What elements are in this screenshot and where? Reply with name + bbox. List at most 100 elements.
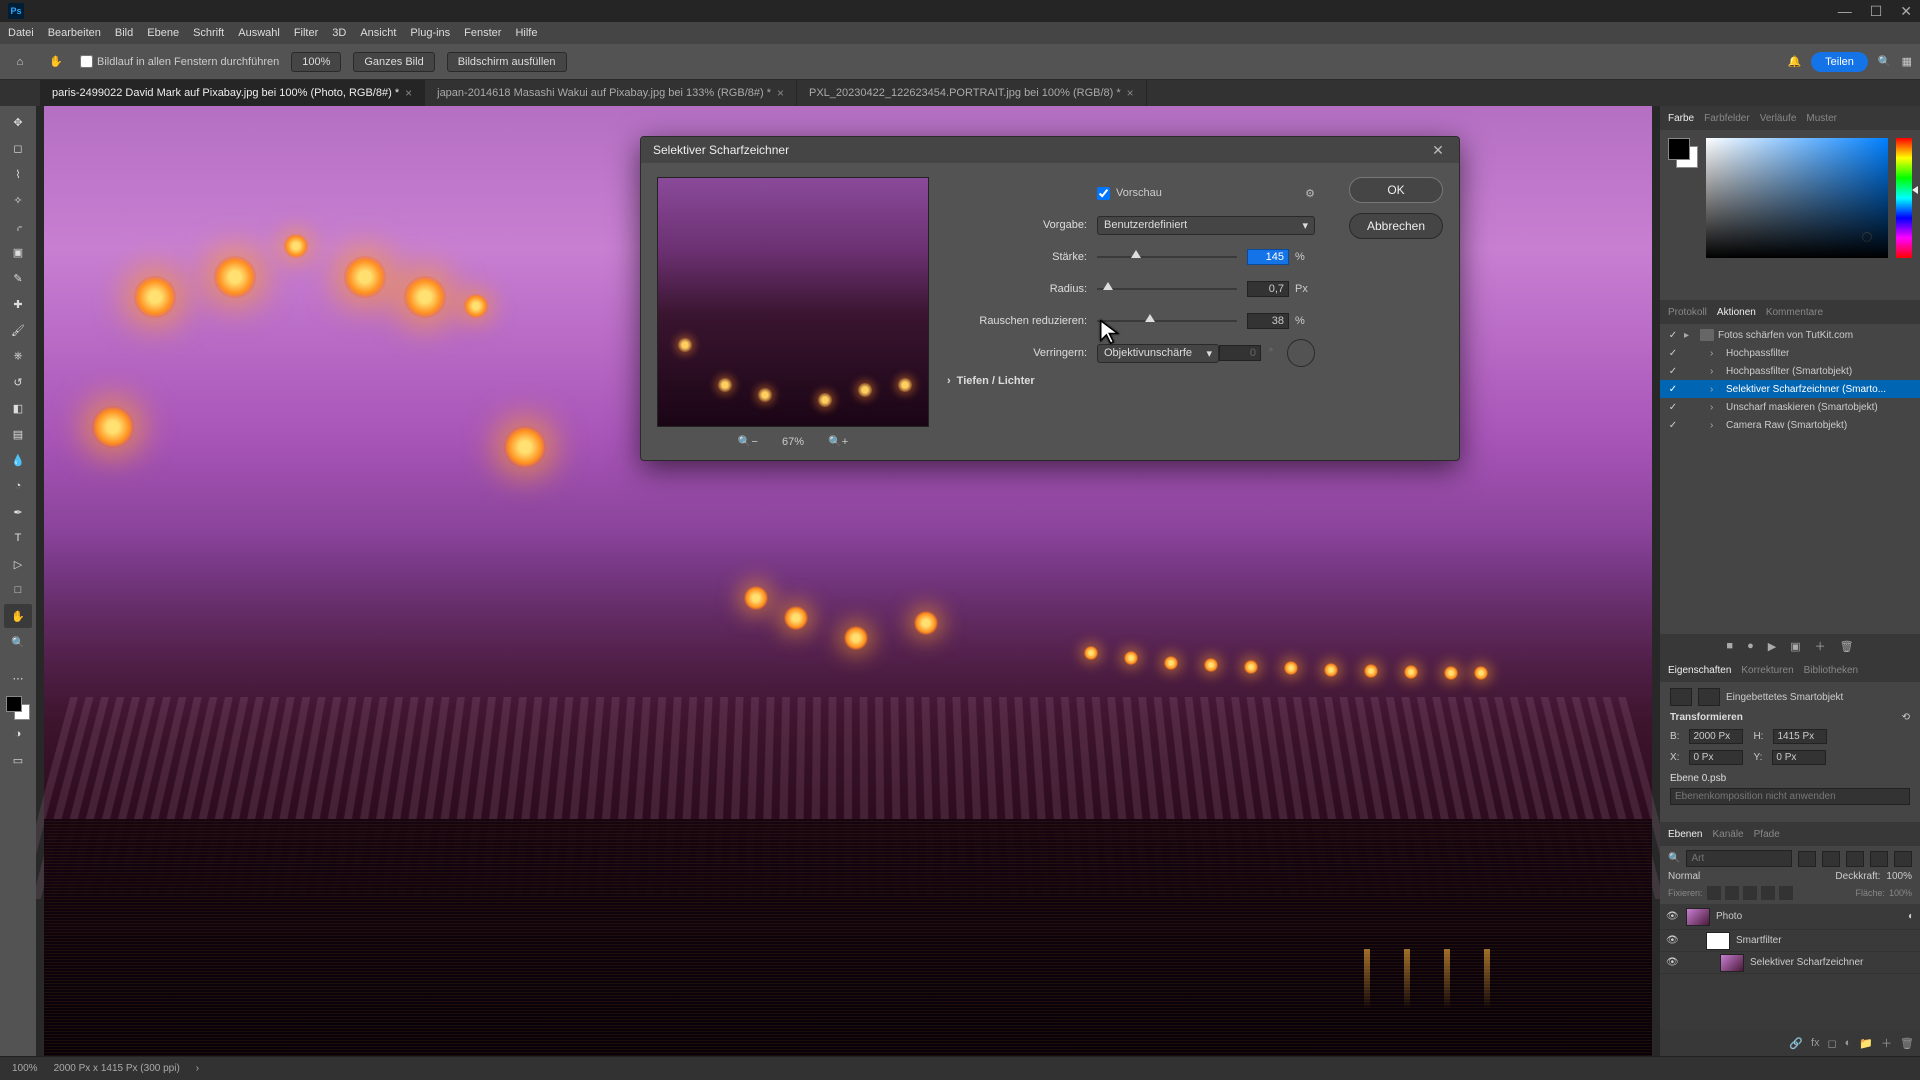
panel-tab[interactable]: Protokoll <box>1668 307 1707 318</box>
blur-tool-icon[interactable]: 💧 <box>4 448 32 472</box>
tab-close-icon[interactable]: × <box>405 86 412 100</box>
menu-schrift[interactable]: Schrift <box>193 27 224 39</box>
dialog-close-button[interactable]: ✕ <box>1429 141 1447 159</box>
new-set-icon[interactable]: ▣ <box>1790 640 1800 653</box>
move-tool-icon[interactable]: ✥ <box>4 110 32 134</box>
close-icon[interactable]: ✕ <box>1900 3 1912 20</box>
panel-tab[interactable]: Kanäle <box>1712 829 1743 840</box>
fg-bg-swatch[interactable] <box>6 696 30 720</box>
zoom-100-button[interactable]: 100% <box>291 52 341 72</box>
wand-tool-icon[interactable]: ✧ <box>4 188 32 212</box>
radius-input[interactable]: 0,7 <box>1247 281 1289 297</box>
menu-ansicht[interactable]: Ansicht <box>360 27 396 39</box>
crop-tool-icon[interactable]: ⌌ <box>4 214 32 238</box>
menu-hilfe[interactable]: Hilfe <box>515 27 537 39</box>
lasso-tool-icon[interactable]: ⌇ <box>4 162 32 186</box>
expand-icon[interactable]: › <box>1710 420 1722 431</box>
frame-tool-icon[interactable]: ▣ <box>4 240 32 264</box>
document-tab[interactable]: paris-2499022 David Mark auf Pixabay.jpg… <box>40 80 425 106</box>
zoom-tool-icon[interactable]: 🔍 <box>4 630 32 654</box>
home-icon[interactable]: ⌂ <box>8 50 32 74</box>
tab-close-icon[interactable]: × <box>777 86 784 100</box>
preview-zoom-value[interactable]: 67% <box>782 436 804 448</box>
expand-icon[interactable]: › <box>1710 402 1722 413</box>
marquee-tool-icon[interactable]: ◻ <box>4 136 32 160</box>
panel-tab[interactable]: Muster <box>1806 113 1837 124</box>
action-check-icon[interactable]: ✓ <box>1666 348 1680 359</box>
action-check-icon[interactable]: ✓ <box>1666 366 1680 377</box>
visibility-icon[interactable]: 👁 <box>1666 957 1680 968</box>
brush-tool-icon[interactable]: 🖌 <box>4 318 32 342</box>
gear-icon[interactable]: ⚙ <box>1305 187 1315 200</box>
shape-tool-icon[interactable]: □ <box>4 578 32 602</box>
layer-comp-select[interactable] <box>1670 788 1910 805</box>
hue-slider[interactable] <box>1896 138 1912 258</box>
workspace-icon[interactable]: ▦ <box>1902 55 1912 68</box>
action-row[interactable]: ✓›Hochpassfilter <box>1660 344 1920 362</box>
radius-slider[interactable] <box>1097 288 1237 290</box>
layer-thumb[interactable] <box>1720 954 1744 972</box>
dodge-tool-icon[interactable]: ◔ <box>4 474 32 498</box>
play-icon[interactable]: ▶ <box>1768 640 1776 653</box>
filter-img-icon[interactable] <box>1798 851 1816 867</box>
y-input[interactable] <box>1772 750 1826 765</box>
action-check-icon[interactable]: ✓ <box>1666 384 1680 395</box>
color-field[interactable] <box>1706 138 1888 258</box>
action-check-icon[interactable]: ✓ <box>1666 402 1680 413</box>
document-tab[interactable]: japan-2014618 Masashi Wakui auf Pixabay.… <box>425 80 797 106</box>
lock-pos-icon[interactable] <box>1743 886 1757 900</box>
panel-tab[interactable]: Pfade <box>1754 829 1780 840</box>
action-row[interactable]: ✓›Hochpassfilter (Smartobjekt) <box>1660 362 1920 380</box>
fit-screen-button[interactable]: Ganzes Bild <box>353 52 434 72</box>
action-row[interactable]: ✓›Unscharf maskieren (Smartobjekt) <box>1660 398 1920 416</box>
remove-select[interactable]: Objektivunschärfe▾ <box>1097 344 1219 363</box>
path-tool-icon[interactable]: ▷ <box>4 552 32 576</box>
record-icon[interactable]: ● <box>1747 640 1754 652</box>
hand-tool-icon[interactable]: ✋ <box>44 50 68 74</box>
filter-type-icon[interactable] <box>1846 851 1864 867</box>
link-layers-icon[interactable]: 🔗 <box>1789 1037 1803 1050</box>
action-row[interactable]: ✓▸Fotos schärfen von TutKit.com <box>1660 326 1920 344</box>
panel-tab[interactable]: Verläufe <box>1760 113 1797 124</box>
panel-tab[interactable]: Kommentare <box>1766 307 1823 318</box>
panel-tab[interactable]: Aktionen <box>1717 307 1756 318</box>
noise-input[interactable]: 38 <box>1247 313 1289 329</box>
x-input[interactable] <box>1689 750 1743 765</box>
visibility-icon[interactable]: 👁 <box>1666 911 1680 922</box>
height-input[interactable] <box>1773 729 1827 744</box>
mask-icon[interactable]: ◻ <box>1828 1037 1837 1050</box>
expand-icon[interactable]: › <box>1710 348 1722 359</box>
new-action-icon[interactable]: ＋ <box>1815 638 1826 654</box>
filter-adj-icon[interactable] <box>1822 851 1840 867</box>
share-button[interactable]: Teilen <box>1811 52 1868 72</box>
stamp-tool-icon[interactable]: ⎈ <box>4 344 32 368</box>
reset-icon[interactable]: ⟲ <box>1902 712 1910 723</box>
panel-tab[interactable]: Farbe <box>1668 113 1694 124</box>
dialog-preview-image[interactable] <box>657 177 929 427</box>
color-swatch[interactable] <box>1668 138 1698 168</box>
layer-thumb[interactable] <box>1706 932 1730 950</box>
panel-tab[interactable]: Farbfelder <box>1704 113 1750 124</box>
action-check-icon[interactable]: ✓ <box>1666 420 1680 431</box>
amount-input[interactable]: 145 <box>1247 249 1289 265</box>
visibility-icon[interactable]: 👁 <box>1666 935 1680 946</box>
minimize-icon[interactable]: — <box>1838 3 1852 20</box>
panel-tab[interactable]: Eigenschaften <box>1668 665 1731 676</box>
menu-fenster[interactable]: Fenster <box>464 27 501 39</box>
adjustment-icon[interactable]: ◐ <box>1845 1037 1852 1049</box>
dialog-title-bar[interactable]: Selektiver Scharfzeichner ✕ <box>641 137 1459 163</box>
zoom-in-icon[interactable]: 🔍+ <box>828 435 848 448</box>
preset-select[interactable]: Benutzerdefiniert▾ <box>1097 216 1315 235</box>
layer-thumb[interactable] <box>1686 908 1710 926</box>
trash-icon[interactable]: 🗑 <box>1840 640 1854 653</box>
expand-icon[interactable]: ▸ <box>1684 330 1696 341</box>
stop-icon[interactable]: ■ <box>1726 640 1733 652</box>
status-chevron-icon[interactable]: › <box>196 1063 199 1074</box>
menu-bearbeiten[interactable]: Bearbeiten <box>48 27 101 39</box>
preview-checkbox[interactable]: Vorschau <box>1097 187 1162 200</box>
expand-icon[interactable]: › <box>1710 366 1722 377</box>
menu-auswahl[interactable]: Auswahl <box>238 27 280 39</box>
opacity-value[interactable]: 100% <box>1886 871 1912 882</box>
lock-all-icon[interactable] <box>1779 886 1793 900</box>
scroll-all-checkbox[interactable]: Bildlauf in allen Fenstern durchführen <box>80 55 279 68</box>
